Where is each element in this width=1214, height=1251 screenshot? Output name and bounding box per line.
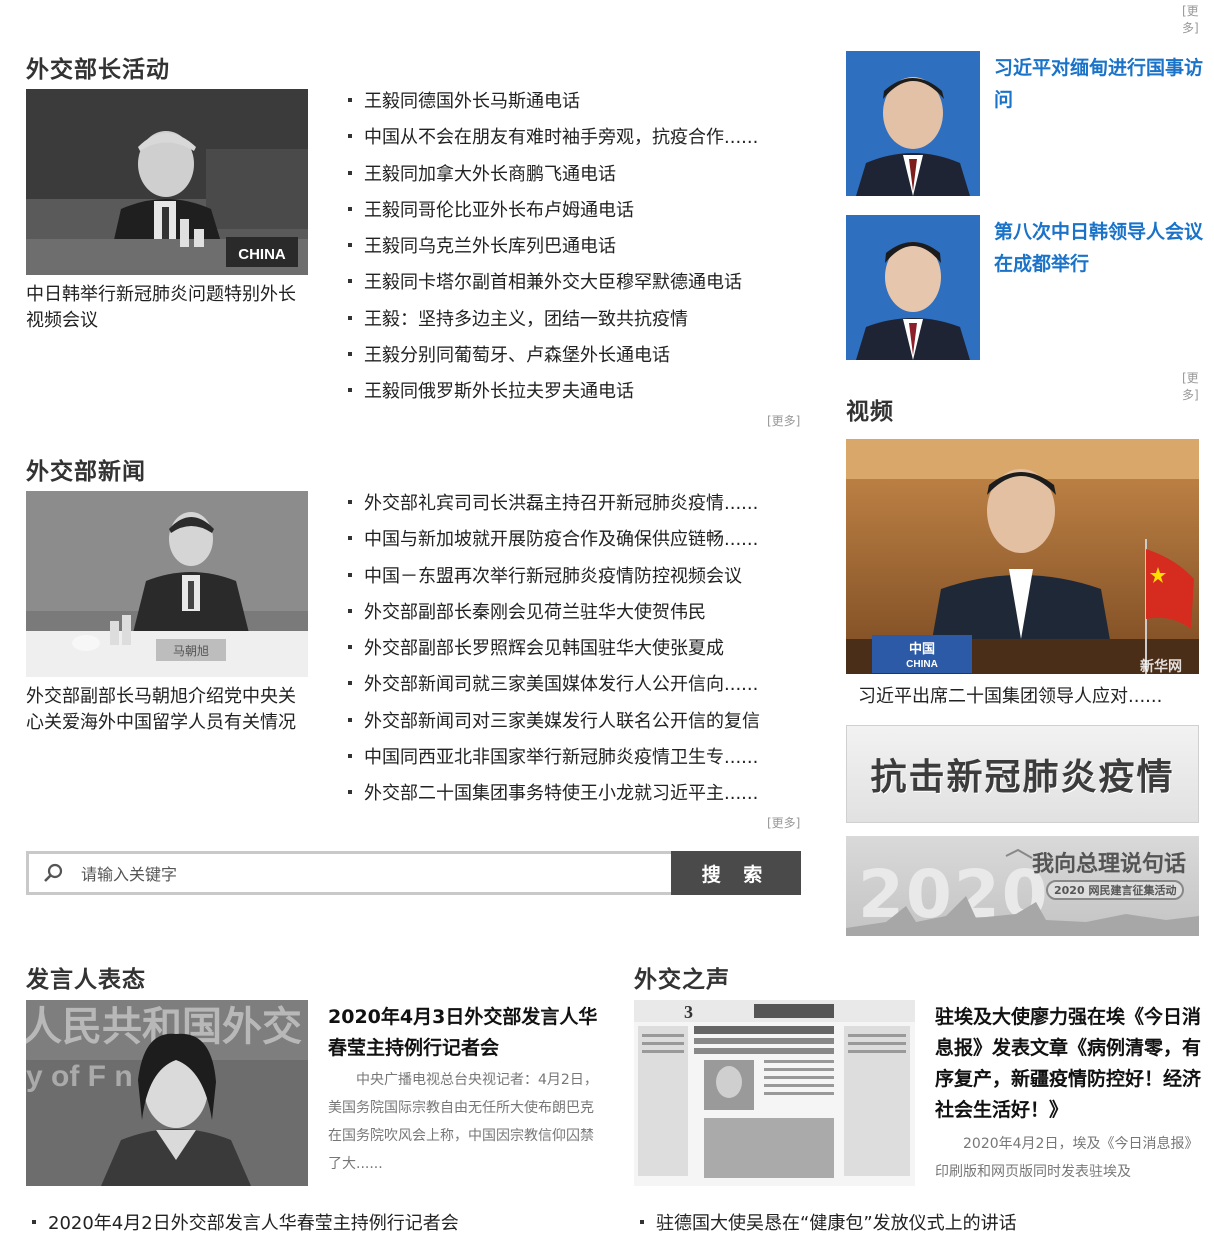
list-item[interactable]: 王毅同哥伦比亚外长布卢姆通电话 xyxy=(348,199,758,235)
list-item[interactable]: 中国－东盟再次举行新冠肺炎疫情防控视频会议 xyxy=(348,565,760,601)
voice-summary: 2020年4月2日，埃及《今日消息报》印刷版和网页版同时发表驻埃及 xyxy=(935,1136,1199,1180)
ministry-news-more-link[interactable]: [更多] xyxy=(767,814,800,831)
voice-newspaper-photo[interactable]: 3 xyxy=(634,1000,915,1186)
list-item[interactable]: 外交部二十国集团事务特使王小龙就习近平主...... xyxy=(348,782,760,818)
list-item[interactable]: 外交部新闻司就三家美国媒体发行人公开信向...... xyxy=(348,673,760,709)
bullet-icon xyxy=(348,500,352,504)
list-item[interactable]: 王毅同加拿大外长商鹏飞通电话 xyxy=(348,163,758,199)
list-item[interactable]: 王毅同德国外长马斯通电话 xyxy=(348,90,758,126)
top-more-link[interactable]: [更多] xyxy=(1182,2,1214,36)
spokesperson-photo[interactable]: 人民共和国外交 y of F n Af xyxy=(26,1000,308,1186)
minister-news-list: 王毅同德国外长马斯通电话 中国从不会在朋友有难时袖手旁观，抗疫合作...... … xyxy=(348,90,758,417)
spokesperson-section-title: 发言人表态 xyxy=(26,967,146,993)
list-item[interactable]: 王毅分别同葡萄牙、卢森堡外长通电话 xyxy=(348,344,758,380)
bullet-icon xyxy=(348,754,352,759)
list-item[interactable]: 王毅同乌克兰外长库列巴通电话 xyxy=(348,235,758,271)
spokesperson-list: 2020年4月2日外交部发言人华春莹主持例行记者会 xyxy=(32,1212,459,1248)
minister-feature-caption[interactable]: 中日韩举行新冠肺炎问题特别外长视频会议 xyxy=(26,282,310,334)
bullet-icon xyxy=(348,279,352,284)
list-item[interactable]: 外交部新闻司对三家美媒发行人联名公开信的复信 xyxy=(348,710,760,746)
list-item[interactable]: 外交部副部长秦刚会见荷兰驻华大使贺伟民 xyxy=(348,601,760,637)
bullet-icon xyxy=(348,243,352,248)
bullet-icon xyxy=(348,315,352,320)
bullet-icon xyxy=(348,790,352,795)
video-photo-sign-line2: CHINA xyxy=(906,659,938,670)
list-item[interactable]: 2020年4月2日外交部发言人华春莹主持例行记者会 xyxy=(32,1212,459,1248)
voice-headline[interactable]: 驻埃及大使廖力强在埃《今日消息报》发表文章《病例清零，有序复产，新疆疫情防控好！… xyxy=(935,1002,1209,1126)
bullet-icon xyxy=(348,717,352,722)
leader-photo-xi[interactable] xyxy=(846,51,980,196)
video-thumbnail[interactable]: 中国 CHINA 新华网 xyxy=(846,439,1199,674)
premier-banner-subtitle: 2020 网民建言征集活动 xyxy=(1046,880,1185,900)
bullet-icon xyxy=(640,1220,644,1224)
bullet-icon xyxy=(348,645,352,650)
video-watermark: 新华网 xyxy=(1140,658,1182,674)
bullet-icon xyxy=(32,1220,36,1224)
list-item[interactable]: 外交部副部长罗照辉会见韩国驻华大使张夏成 xyxy=(348,637,760,673)
minister-feature-photo[interactable]: CHINA xyxy=(26,89,308,275)
bullet-icon xyxy=(348,98,352,102)
search-input[interactable] xyxy=(79,860,663,888)
ministry-news-feature-caption[interactable]: 外交部副部长马朝旭介绍党中央关心关爱海外中国留学人员有关情况 xyxy=(26,684,310,736)
leader-photo-li[interactable] xyxy=(846,215,980,360)
ministry-photo-sign: 马朝旭 xyxy=(173,644,209,658)
leader-headline-0[interactable]: 习近平对缅甸进行国事访问 xyxy=(994,52,1214,116)
list-item[interactable]: 中国从不会在朋友有难时袖手旁观，抗疫合作...... xyxy=(348,126,758,162)
list-item[interactable]: 王毅同俄罗斯外长拉夫罗夫通电话 xyxy=(348,380,758,416)
bullet-icon xyxy=(348,681,352,686)
voice-list: 驻德国大使吴恳在“健康包”发放仪式上的讲话 xyxy=(640,1212,1017,1248)
bullet-icon xyxy=(348,536,352,541)
video-photo-sign-line1: 中国 xyxy=(909,641,935,657)
voice-section-title: 外交之声 xyxy=(634,967,730,993)
leaders-more-link[interactable]: [更多] xyxy=(1182,369,1214,403)
ministry-news-list: 外交部礼宾司司长洪磊主持召开新冠肺炎疫情...... 中国与新加坡就开展防疫合作… xyxy=(348,492,760,819)
list-item[interactable]: 王毅：坚持多边主义，团结一致共抗疫情 xyxy=(348,308,758,344)
bullet-icon xyxy=(348,608,352,613)
minister-photo-sign: CHINA xyxy=(238,246,286,263)
video-section-title: 视频 xyxy=(846,399,894,425)
search-icon xyxy=(44,863,63,882)
list-item[interactable]: 中国同西亚北非国家举行新冠肺炎疫情卫生专...... xyxy=(348,746,760,782)
premier-banner-title: 我向总理说句话 xyxy=(1032,851,1187,877)
bullet-icon xyxy=(348,134,352,139)
list-item[interactable]: 中国与新加坡就开展防疫合作及确保供应链畅...... xyxy=(348,528,760,564)
spokesperson-summary: 中央广播电视总台央视记者：4月2日，美国务院国际宗教自由无任所大使布朗巴克在国务… xyxy=(328,1072,598,1172)
minister-more-link[interactable]: [更多] xyxy=(767,412,800,429)
covid-banner-text: 抗击新冠肺炎疫情 xyxy=(870,757,1175,798)
voice-newspaper-page: 3 xyxy=(684,1002,693,1022)
ministry-news-section-title: 外交部新闻 xyxy=(26,459,146,485)
video-caption[interactable]: 习近平出席二十国集团领导人应对...... xyxy=(858,684,1198,710)
list-item[interactable]: 外交部礼宾司司长洪磊主持召开新冠肺炎疫情...... xyxy=(348,492,760,528)
bullet-icon xyxy=(348,352,352,357)
leader-headline-1[interactable]: 第八次中日韩领导人会议在成都举行 xyxy=(994,216,1214,280)
spokesperson-headline[interactable]: 2020年4月3日外交部发言人华春莹主持例行记者会 xyxy=(328,1002,602,1064)
bullet-icon xyxy=(348,572,352,577)
covid-banner[interactable]: 抗击新冠肺炎疫情 xyxy=(846,725,1199,823)
bullet-icon xyxy=(348,206,352,211)
bullet-icon xyxy=(348,170,352,175)
bullet-icon xyxy=(348,388,352,393)
list-item[interactable]: 王毅同卡塔尔副首相兼外交大臣穆罕默德通电话 xyxy=(348,271,758,307)
search-button[interactable]: 搜 索 xyxy=(671,851,801,895)
minister-section-title: 外交部长活动 xyxy=(26,57,170,83)
list-item[interactable]: 驻德国大使吴恳在“健康包”发放仪式上的讲话 xyxy=(640,1212,1017,1248)
ministry-news-feature-photo[interactable]: 马朝旭 xyxy=(26,491,308,677)
premier-banner[interactable]: 2020 我向总理说句话 2020 网民建言征集活动 xyxy=(846,836,1199,936)
